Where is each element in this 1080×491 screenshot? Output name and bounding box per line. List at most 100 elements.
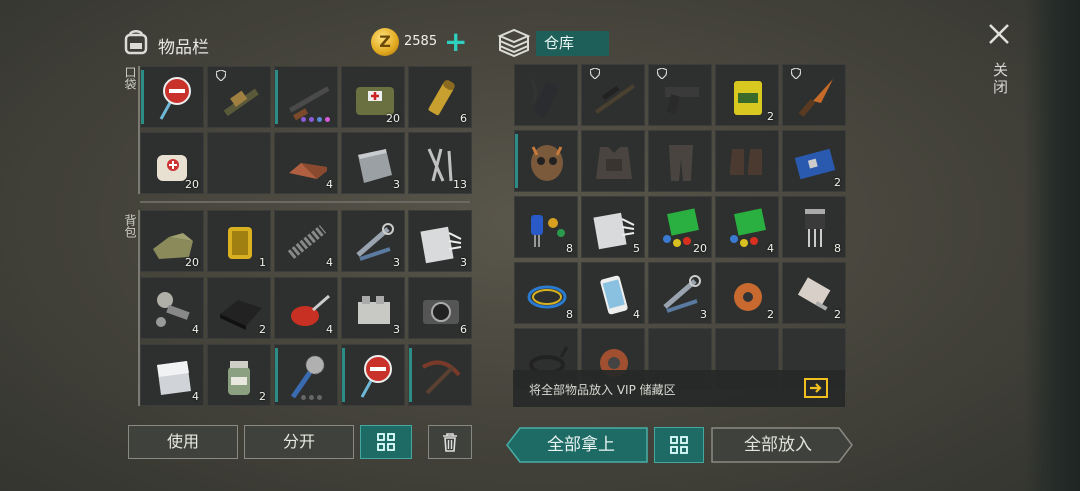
grid-icon [377,433,395,451]
item-slot[interactable]: 2 [782,262,846,324]
item-slot[interactable]: 4 [274,277,338,339]
close-icon[interactable] [987,22,1011,46]
capacitors-icon [531,215,565,247]
discard-button[interactable] [428,425,472,459]
trash-icon [443,433,457,452]
item-count: 2 [767,308,774,321]
item-slot[interactable] [648,130,712,192]
engine-block-icon [358,296,390,324]
item-slot[interactable]: 8 [514,196,578,258]
sort-grid-button[interactable] [360,425,412,459]
vip-storage-text: 将全部物品放入 VIP 储藏区 [529,383,676,397]
item-count: 20 [693,242,707,255]
item-slot[interactable]: 20 [140,132,204,194]
use-button[interactable]: 使用 [128,425,238,459]
item-slot[interactable]: 20 [140,210,204,272]
sniper-rifle-icon [595,84,635,114]
spring-icon [287,225,327,259]
item-count: 8 [566,308,573,321]
item-count: 3 [393,178,400,191]
armor-vest-icon [596,147,632,179]
item-slot[interactable]: 2 [782,130,846,192]
item-slot[interactable] [341,344,405,406]
mechanical-parts-icon [156,292,190,327]
chemical-jar-icon [228,361,250,395]
item-slot[interactable]: 3 [341,210,405,272]
tools-icon [663,275,701,313]
item-count: 3 [460,256,467,269]
split-button[interactable]: 分开 [244,425,354,459]
vip-storage-bar[interactable]: 将全部物品放入 VIP 储藏区 [513,370,845,407]
item-slot[interactable]: 4 [581,262,645,324]
rarity-dots [301,395,322,400]
item-slot[interactable] [514,64,578,126]
item-slot[interactable] [715,130,779,192]
item-slot[interactable]: 2 [715,262,779,324]
item-slot[interactable]: 4 [715,196,779,258]
item-slot[interactable]: 6 [408,66,472,128]
item-count: 2 [259,390,266,403]
backpack-label: 背包 [123,214,137,238]
item-slot[interactable]: 1 [207,210,271,272]
item-count: 3 [393,323,400,336]
item-slot[interactable] [274,66,338,128]
empty-slot[interactable] [207,132,271,194]
item-slot[interactable] [514,130,578,192]
item-slot[interactable]: 13 [408,132,472,194]
item-slot[interactable]: 4 [140,277,204,339]
grenade-launcher-icon [223,88,259,117]
item-slot[interactable]: 4 [140,344,204,406]
armor-pants-icon [669,145,693,181]
item-count: 20 [185,256,199,269]
item-slot[interactable]: 4 [274,132,338,194]
move-to-vip-icon[interactable] [804,378,828,398]
item-slot[interactable] [581,130,645,192]
item-count: 4 [326,256,333,269]
oil-filter-icon [228,227,252,259]
item-slot[interactable]: 8 [782,196,846,258]
item-slot[interactable]: 3 [341,132,405,194]
add-coins-button[interactable]: + [444,28,467,56]
item-slot[interactable]: 3 [341,277,405,339]
item-slot[interactable] [648,64,712,126]
item-count: 3 [393,256,400,269]
close-label[interactable]: 关闭 [990,62,1011,96]
item-count: 4 [192,390,199,403]
steel-plate-icon [358,149,392,183]
item-count: 8 [834,242,841,255]
fiberglass-icon [420,226,462,264]
stop-sign-icon [360,355,392,398]
item-count: 4 [192,323,199,336]
item-slot[interactable]: 20 [341,66,405,128]
storage-sort-grid-button[interactable] [654,427,704,463]
oil-can-icon [291,294,330,326]
camera-icon [423,300,459,324]
item-count: 6 [460,323,467,336]
item-slot[interactable]: 3 [648,262,712,324]
shotgun-icon [288,86,330,121]
item-slot[interactable] [207,66,271,128]
storage-box-icon [497,28,531,58]
item-slot[interactable] [782,64,846,126]
item-slot[interactable]: 3 [408,210,472,272]
item-slot[interactable]: 5 [581,196,645,258]
circuit-components-icon [730,208,766,247]
item-slot[interactable]: 20 [648,196,712,258]
item-slot[interactable]: 6 [408,277,472,339]
item-count: 2 [834,308,841,321]
item-slot[interactable]: 4 [274,210,338,272]
item-slot[interactable] [140,66,204,128]
tab-storage[interactable]: 仓库 [536,31,609,56]
item-slot[interactable] [274,344,338,406]
item-slot[interactable]: 8 [514,262,578,324]
item-slot[interactable]: 2 [207,344,271,406]
item-slot[interactable]: 2 [207,277,271,339]
item-count: 2 [259,323,266,336]
lock-shield-icon [657,68,667,79]
item-slot[interactable]: 2 [715,64,779,126]
item-slot[interactable] [408,344,472,406]
item-count: 5 [633,242,640,255]
put-all-button[interactable]: 全部放入 [711,427,853,463]
take-all-button[interactable]: 全部拿上 [506,427,648,463]
item-slot[interactable] [581,64,645,126]
